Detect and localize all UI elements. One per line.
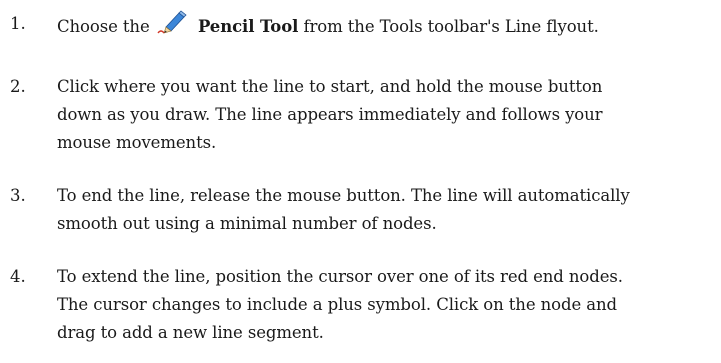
step-text: To extend the line, position the cursor … <box>57 263 717 347</box>
step-1-suffix: from the Tools toolbar's Line flyout. <box>303 17 599 36</box>
step-text: Click where you want the line to start, … <box>57 73 717 157</box>
text-line: down as you draw. The line appears immed… <box>57 105 603 124</box>
step-number: 4. <box>10 267 26 286</box>
step-text: Choose the Pencil Tool from the Tools to <box>57 10 717 41</box>
step-text: To end the line, release the mouse butto… <box>57 182 717 238</box>
step-number: 2. <box>10 77 26 96</box>
step-1-tool-name: Pencil Tool <box>197 17 299 36</box>
text-line: To end the line, release the mouse butto… <box>57 186 630 205</box>
text-line: Click where you want the line to start, … <box>57 77 603 96</box>
text-line: drag to add a new line segment. <box>57 323 324 342</box>
text-line: smooth out using a minimal number of nod… <box>57 214 437 233</box>
text-line: mouse movements. <box>57 133 217 152</box>
step-1-prefix: Choose the <box>57 17 150 36</box>
step-number: 1. <box>10 14 26 33</box>
text-line: To extend the line, position the cursor … <box>57 267 623 286</box>
step-number: 3. <box>10 186 26 205</box>
instruction-list: 1. Choose the Pencil Tool from the Tools… <box>0 0 721 363</box>
text-line: The cursor changes to include a plus sym… <box>57 295 617 314</box>
pencil-tool-icon <box>157 10 187 34</box>
